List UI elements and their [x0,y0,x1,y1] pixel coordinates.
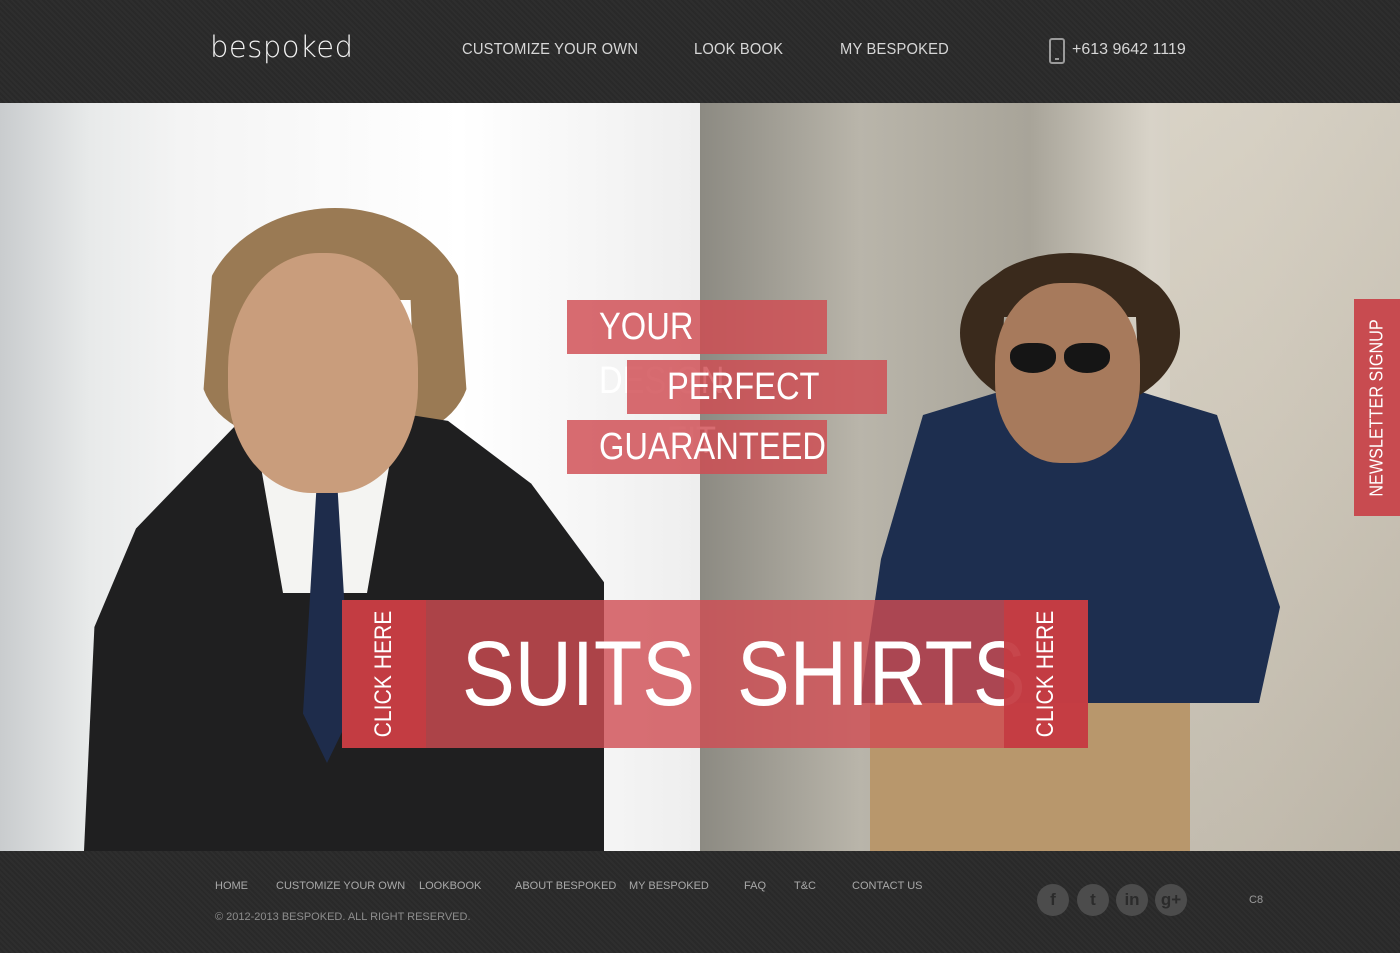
nav-customize-your-own[interactable]: CUSTOMIZE YOUR OWN [462,41,638,59]
tagline-your-design: YOUR DESIGN [567,300,827,402]
phone-number: +613 9642 1119 [1072,41,1186,58]
tagline-perfect-fit: PERFECT FIT [627,360,887,462]
footer-link-faq[interactable]: FAQ [744,880,766,892]
designer-credit[interactable]: C8 [1249,894,1263,906]
page: bespoked CUSTOMIZE YOUR OWN LOOK BOOK MY… [0,0,1400,953]
suits-click-here-label: CLICK HERE [370,610,397,738]
nav-look-book[interactable]: LOOK BOOK [694,41,783,59]
nav-my-bespoked[interactable]: MY BESPOKED [840,41,949,59]
footer-link-about[interactable]: ABOUT BESPOKED [515,880,616,892]
footer-link-contact[interactable]: CONTACT US [852,880,923,892]
linkedin-icon[interactable]: in [1116,884,1148,916]
shirts-click-here-button[interactable]: CLICK HERE [1004,600,1088,748]
newsletter-signup-tab[interactable]: NEWSLETTER SIGNUP [1354,299,1400,516]
phone-icon [1049,38,1065,64]
footer-link-lookbook[interactable]: LOOKBOOK [419,880,481,892]
footer-link-terms[interactable]: T&C [794,880,816,892]
footer-link-my-bespoked[interactable]: MY BESPOKED [629,880,709,892]
cta-panel: CLICK HERE SUITS SHIRTS CLICK HERE [342,600,1088,748]
footer-link-home[interactable]: HOME [215,880,248,892]
sunglasses [1010,343,1110,375]
shirts-click-here-label: CLICK HERE [1032,610,1059,738]
logo[interactable]: bespoked [210,30,354,64]
twitter-icon[interactable]: t [1077,884,1109,916]
hero-banner: YOUR DESIGN PERFECT FIT GUARANTEED CLICK… [0,103,1400,851]
suits-link[interactable]: SUITS [462,614,695,734]
suits-click-here-button[interactable]: CLICK HERE [342,600,426,748]
footer-link-customize[interactable]: CUSTOMIZE YOUR OWN [276,880,405,892]
suit-model-face [228,253,418,493]
footer: HOME CUSTOMIZE YOUR OWN LOOKBOOK ABOUT B… [0,851,1400,953]
tagline-guaranteed: GUARANTEED [567,420,827,474]
copyright: © 2012-2013 BESPOKED. ALL RIGHT RESERVED… [215,911,471,923]
shirts-link[interactable]: SHIRTS [737,614,1026,734]
header: bespoked CUSTOMIZE YOUR OWN LOOK BOOK MY… [0,0,1400,103]
google-plus-icon[interactable]: g+ [1155,884,1187,916]
facebook-icon[interactable]: f [1037,884,1069,916]
newsletter-signup-label: NEWSLETTER SIGNUP [1366,318,1387,497]
